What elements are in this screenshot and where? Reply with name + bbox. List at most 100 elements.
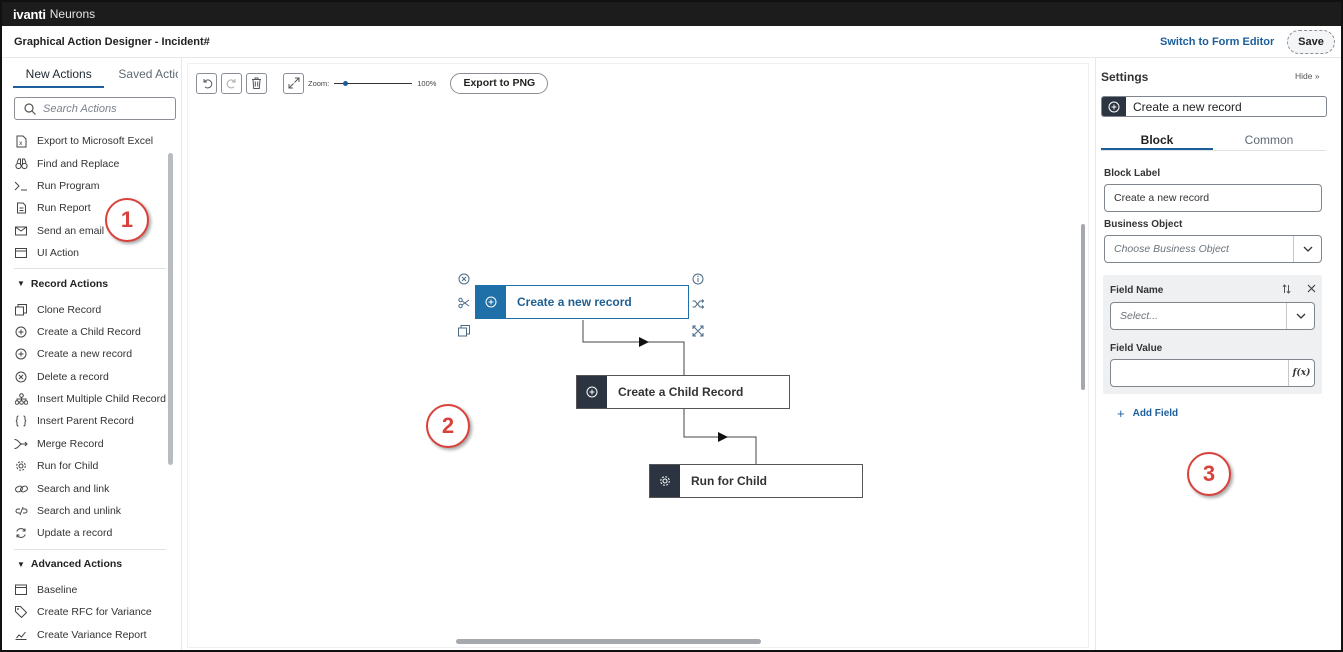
add-field-button[interactable]: + Add Field <box>1117 406 1178 421</box>
chevron-down-icon[interactable] <box>1286 303 1314 329</box>
action-label: Create a new record <box>37 348 133 361</box>
remove-field-icon[interactable] <box>1307 284 1316 296</box>
plus-circle-icon <box>476 286 506 318</box>
action-update-record[interactable]: Update a record <box>14 522 166 544</box>
action-label: Create Variance Report <box>37 628 147 641</box>
brand-logo: ivanti <box>13 6 46 22</box>
tab-new-actions[interactable]: New Actions <box>13 66 105 88</box>
action-search-and-unlink[interactable]: Search and unlink <box>14 500 166 522</box>
scissors-icon[interactable] <box>458 297 470 309</box>
merge-icon <box>14 437 28 451</box>
action-run-for-child[interactable]: Run for Child <box>14 455 166 477</box>
action-label: Run Program <box>37 179 100 192</box>
search-icon <box>24 102 36 115</box>
action-ui-action[interactable]: UI Action <box>14 242 166 264</box>
plus-circle-icon <box>577 376 607 408</box>
field-name-select[interactable]: Select... <box>1110 302 1315 330</box>
action-clone-record[interactable]: Clone Record <box>14 298 166 320</box>
callout-2: 2 <box>426 404 470 448</box>
switch-to-form-editor-link[interactable]: Switch to Form Editor <box>1160 36 1274 48</box>
info-icon[interactable] <box>692 273 704 285</box>
tab-common[interactable]: Common <box>1213 129 1325 150</box>
action-label: Send an email <box>37 224 105 237</box>
hierarchy-icon <box>14 392 28 406</box>
search-actions-input[interactable]: Search Actions <box>14 97 176 120</box>
copy-icon[interactable] <box>458 325 470 337</box>
connector-arrow-2 <box>718 432 728 442</box>
action-create-rfc-variance[interactable]: Create RFC for Variance <box>14 601 166 623</box>
calendar-icon <box>14 583 28 597</box>
sort-icon[interactable] <box>1282 284 1291 297</box>
terminal-icon <box>14 179 28 193</box>
action-label: Create RFC for Variance <box>37 606 152 619</box>
section-advanced-actions[interactable]: ▼ Advanced Actions <box>14 548 166 579</box>
tab-block[interactable]: Block <box>1101 129 1213 150</box>
field-value-input[interactable]: f(x) <box>1110 359 1315 387</box>
email-icon <box>14 224 28 238</box>
action-label: Clone Record <box>37 303 102 316</box>
connector-arrow-1 <box>639 337 649 347</box>
actions-scrollbar[interactable] <box>168 153 173 465</box>
block-label-title: Block Label <box>1104 168 1161 179</box>
chevron-down-icon[interactable] <box>1293 236 1321 262</box>
app-window: ivanti Neurons Graphical Action Designer… <box>0 0 1343 652</box>
action-label: UI Action <box>37 247 80 260</box>
action-run-program[interactable]: Run Program <box>14 175 166 197</box>
plus-icon: + <box>1117 406 1125 421</box>
hide-settings-button[interactable]: Hide » <box>1295 71 1320 81</box>
node-create-new-record[interactable]: Create a new record <box>475 285 689 319</box>
action-merge-record[interactable]: Merge Record <box>14 433 166 455</box>
section-record-actions[interactable]: ▼ Record Actions <box>14 268 166 298</box>
action-search-and-link[interactable]: Search and link <box>14 477 166 499</box>
action-create-child-record[interactable]: Create a Child Record <box>14 321 166 343</box>
clone-icon <box>14 303 28 317</box>
action-label: Search and unlink <box>37 505 122 518</box>
action-label: Find and Replace <box>37 157 120 170</box>
action-label: Run Report <box>37 202 91 215</box>
action-export-excel[interactable]: x Export to Microsoft Excel <box>14 130 166 152</box>
canvas-vertical-scrollbar[interactable] <box>1081 224 1085 390</box>
function-icon[interactable]: f(x) <box>1288 360 1314 386</box>
action-create-new-record[interactable]: Create a new record <box>14 343 166 365</box>
selected-block-name: Create a new record <box>1133 99 1242 114</box>
brand-product: Neurons <box>49 7 96 21</box>
business-object-placeholder: Choose Business Object <box>1114 243 1229 255</box>
shuffle-icon[interactable] <box>692 298 704 310</box>
settings-panel: Settings Hide » Create a new record Bloc… <box>1095 58 1341 650</box>
canvas-horizontal-scrollbar[interactable] <box>456 639 761 644</box>
section-label: Record Actions <box>30 277 109 290</box>
design-canvas[interactable]: Zoom: 100% Export to PNG Create a new re… <box>187 63 1089 648</box>
callout-1: 1 <box>105 198 149 242</box>
plus-circle-icon <box>14 347 28 361</box>
section-label: Advanced Actions <box>30 558 123 571</box>
gear-icon <box>14 459 28 473</box>
action-create-variance-report[interactable]: Create Variance Report <box>14 623 166 645</box>
action-label: Update a record <box>37 527 113 540</box>
settings-tabs: Block Common <box>1101 129 1326 151</box>
action-insert-parent-record[interactable]: Insert Parent Record <box>14 410 166 432</box>
action-delete-record[interactable]: Delete a record <box>14 366 166 388</box>
business-object-select[interactable]: Choose Business Object <box>1104 235 1322 263</box>
close-circle-icon[interactable] <box>458 273 470 285</box>
svg-text:x: x <box>19 140 23 147</box>
action-insert-multiple-child[interactable]: Insert Multiple Child Record <box>14 388 166 410</box>
action-label: Insert Multiple Child Record <box>37 393 166 406</box>
braces-icon <box>14 414 28 428</box>
action-label: Merge Record <box>37 437 104 450</box>
connector-1 <box>582 320 685 375</box>
chart-icon <box>14 628 28 642</box>
node-run-for-child[interactable]: Run for Child <box>649 464 863 498</box>
actions-panel: New Actions Saved Actic Search Actions x… <box>2 58 182 650</box>
node-create-child-record[interactable]: Create a Child Record <box>576 375 790 409</box>
flow-connectors <box>582 320 757 464</box>
tab-saved-actions[interactable]: Saved Actic <box>116 66 178 88</box>
report-icon <box>14 201 28 215</box>
action-find-replace[interactable]: Find and Replace <box>14 152 166 174</box>
resize-icon[interactable] <box>692 325 704 337</box>
block-label-input[interactable]: Create a new record <box>1104 184 1322 212</box>
action-baseline[interactable]: Baseline <box>14 579 166 601</box>
hide-label: Hide <box>1295 71 1313 81</box>
node-label: Run for Child <box>691 474 767 488</box>
save-button[interactable]: Save <box>1287 30 1335 54</box>
gear-icon <box>650 465 680 497</box>
